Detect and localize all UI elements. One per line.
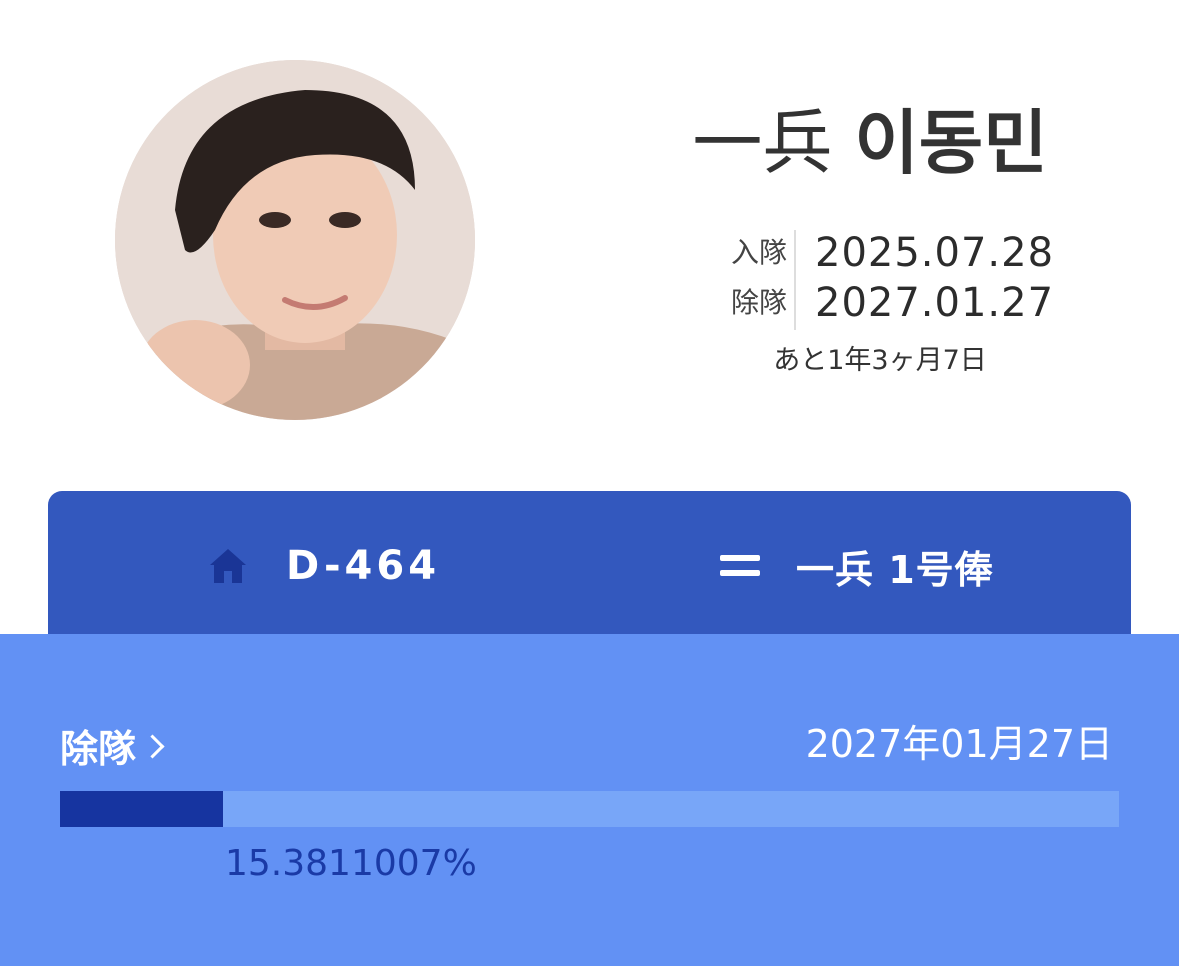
avatar-photo [115, 60, 475, 420]
date-labels: 入隊 除隊 [715, 228, 787, 328]
discharge-end-date: 2027年01月27日 [805, 722, 1113, 766]
discharge-link[interactable]: 除隊 [60, 718, 165, 773]
enlist-date: 2025.07.28 [815, 230, 1055, 276]
discharge-date: 2027.01.27 [815, 280, 1055, 326]
discharge-link-label: 除隊 [60, 727, 137, 771]
profile-name: 一兵 이동민 [590, 98, 1150, 188]
date-divider [794, 230, 796, 330]
date-values: 2025.07.28 2027.01.27 [815, 228, 1054, 328]
rank-label: 一兵 [692, 102, 833, 184]
equals-icon [720, 555, 760, 577]
profile-avatar[interactable] [115, 60, 475, 420]
summary-tab-bar: D-464 一兵 1号俸 [48, 491, 1131, 651]
rank-pay-grade: 一兵 1号俸 [796, 547, 994, 592]
tab-dday[interactable]: D-464 [208, 491, 440, 641]
progress-bar [60, 791, 1119, 827]
chevron-right-icon [140, 734, 165, 759]
service-dates: 入隊 除隊 2025.07.28 2027.01.27 [715, 228, 1055, 332]
discharge-progress-panel: 除隊 2027年01月27日 15.3811007% [0, 634, 1179, 966]
progress-fill [60, 791, 223, 827]
home-icon [210, 549, 246, 583]
person-name: 이동민 [854, 102, 1048, 184]
discharge-label: 除隊 [730, 286, 787, 319]
remaining-time: あと1年3ヶ月7日 [773, 345, 987, 376]
dday-count: D-464 [286, 543, 441, 589]
enlist-label: 入隊 [730, 236, 787, 269]
tab-rank[interactable]: 一兵 1号俸 [720, 491, 994, 641]
progress-percent: 15.3811007% [225, 843, 477, 884]
